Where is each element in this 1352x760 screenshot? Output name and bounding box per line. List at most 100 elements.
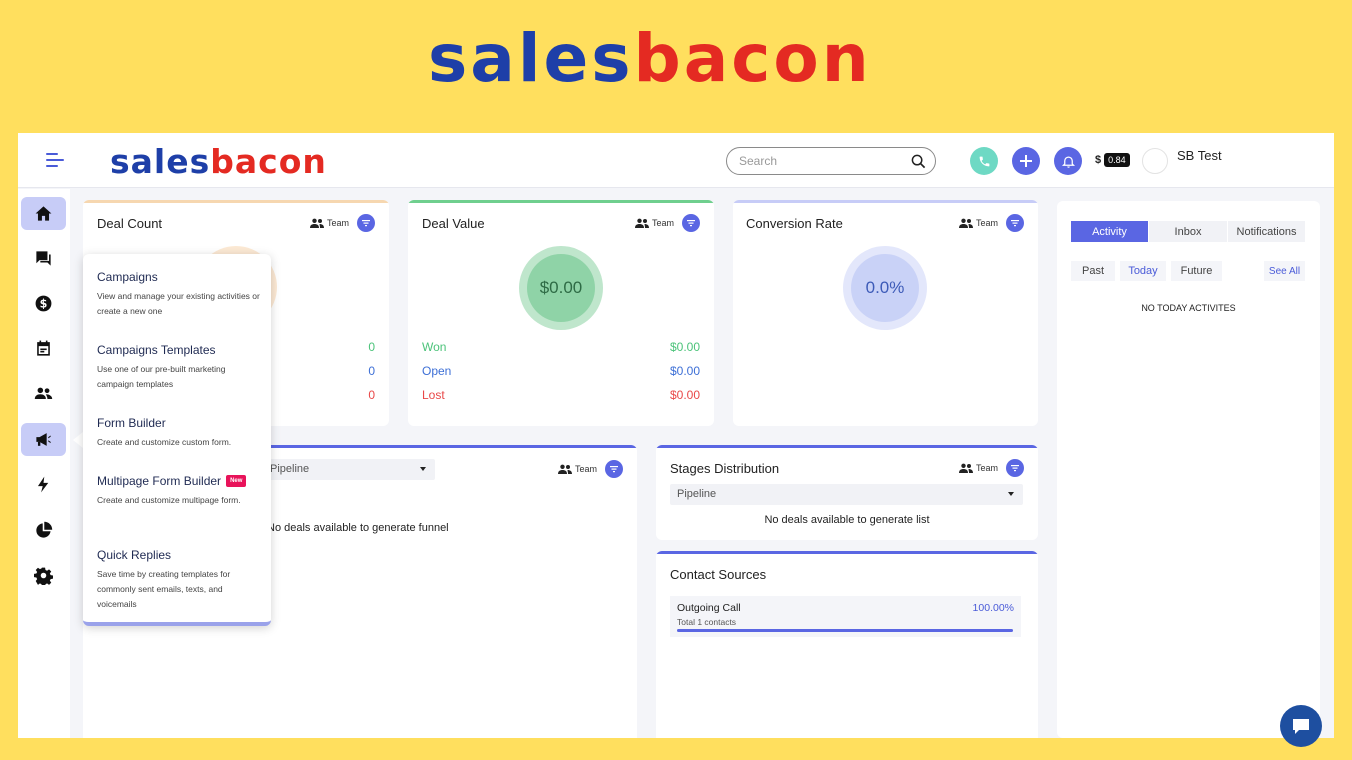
sidebar-item-calendar[interactable]: [21, 332, 66, 365]
see-all-link[interactable]: See All: [1264, 261, 1305, 281]
team-icon: [557, 464, 572, 474]
tab-today[interactable]: Today: [1120, 261, 1166, 281]
filter-button[interactable]: [357, 214, 375, 232]
deal-count-open: 0: [368, 364, 375, 378]
team-icon: [958, 218, 973, 228]
notifications-button[interactable]: [1054, 147, 1082, 175]
sidebar-item-messages[interactable]: [21, 242, 66, 275]
tab-notifications[interactable]: Notifications: [1228, 221, 1305, 242]
balance: $ 0.84: [1095, 153, 1130, 167]
chat-icon: [36, 251, 51, 266]
menu-item-campaigns-templates[interactable]: Campaigns Templates Use one of our pre-b…: [97, 343, 262, 392]
filter-button[interactable]: [682, 214, 700, 232]
calendar-icon: [37, 340, 50, 356]
conversion-rate-value: 0.0%: [851, 254, 919, 322]
filter-icon: [362, 220, 370, 227]
filter-icon: [687, 220, 695, 227]
stages-distribution-title: Stages Distribution: [670, 461, 780, 476]
contact-source-name: Outgoing Call: [677, 602, 741, 614]
dollar-icon: $: [35, 295, 52, 312]
contact-source-sub: Total 1 contacts: [677, 617, 737, 627]
menu-item-quick-replies[interactable]: Quick Replies Save time by creating temp…: [97, 548, 262, 612]
stages-team-filter: Team: [958, 459, 1024, 477]
sidebar-item-campaigns[interactable]: [21, 423, 66, 456]
deal-value-lost-value: $0.00: [669, 388, 700, 402]
contact-sources-title: Contact Sources: [670, 567, 767, 582]
phone-icon: [979, 156, 989, 166]
pie-chart-icon: [36, 521, 53, 538]
no-activity-message: NO TODAY ACTIVITES: [1141, 303, 1236, 313]
deal-value-won-value: $0.00: [669, 340, 700, 354]
filter-icon: [610, 466, 618, 473]
contact-source-progress-track: [677, 629, 1013, 632]
add-button[interactable]: [1012, 147, 1040, 175]
menu-pointer: [73, 432, 83, 448]
funnel-team-filter: Team: [557, 460, 623, 478]
banner-logo-text: salesbacon: [428, 19, 872, 97]
deal-value-circle: $0.00: [519, 246, 603, 330]
sidebar-item-home[interactable]: [21, 197, 66, 230]
top-bar: salesbacon $ 0.84 SB Test: [18, 133, 1334, 188]
filter-button[interactable]: [1006, 214, 1024, 232]
stages-pipeline-select[interactable]: Pipeline: [670, 484, 1023, 505]
menu-item-form-builder[interactable]: Form Builder Create and customize custom…: [97, 416, 262, 450]
sidebar-item-settings[interactable]: [21, 559, 66, 592]
search-input[interactable]: [739, 153, 899, 169]
megaphone-icon: [36, 433, 51, 446]
campaigns-menu: Campaigns View and manage your existing …: [83, 254, 271, 626]
avatar[interactable]: [1142, 148, 1168, 174]
deal-value-team-filter: Team: [634, 214, 700, 232]
deal-value-open-label: Open: [422, 364, 452, 378]
deal-value-won-label: Won: [422, 340, 447, 354]
menu-item-campaigns[interactable]: Campaigns View and manage your existing …: [97, 270, 262, 319]
menu-item-multipage-form-builder[interactable]: Multipage Form Builder New Create and cus…: [97, 474, 262, 508]
stages-distribution-card: Stages Distribution Team Pipeline No dea…: [656, 445, 1038, 540]
deal-count-title: Deal Count: [97, 216, 163, 231]
search-icon[interactable]: [911, 154, 926, 169]
activity-panel: Activity Inbox Notifications Past Today …: [1057, 201, 1320, 738]
chevron-down-icon: [420, 467, 426, 471]
tab-inbox[interactable]: Inbox: [1149, 221, 1227, 242]
home-icon: [35, 206, 52, 221]
deal-value-lost-label: Lost: [422, 388, 445, 402]
sidebar-item-contacts[interactable]: [21, 377, 66, 410]
deal-value-card: Deal Value Team $0.00 Won $0.00 Open $0.…: [408, 200, 714, 426]
filter-button[interactable]: [1006, 459, 1024, 477]
tab-activity[interactable]: Activity: [1071, 221, 1148, 242]
funnel-pipeline-select[interactable]: Pipeline: [263, 459, 435, 480]
chat-bubble-icon: [1293, 719, 1309, 734]
bell-icon: [1061, 156, 1075, 168]
bolt-icon: [37, 476, 49, 493]
search-box: [726, 147, 936, 175]
contact-source-progress-fill: [677, 629, 1013, 632]
tab-past[interactable]: Past: [1071, 261, 1115, 281]
plus-icon: [1020, 155, 1032, 167]
banner-logo: salesbacon: [428, 19, 898, 97]
filter-button[interactable]: [605, 460, 623, 478]
contact-source-percent: 100.00%: [972, 602, 1014, 614]
deal-count-lost: 0: [368, 388, 375, 402]
filter-icon: [1011, 465, 1019, 472]
live-chat-button[interactable]: [1280, 705, 1322, 747]
user-name[interactable]: SB Test: [1177, 148, 1222, 163]
chevron-down-icon: [1008, 492, 1014, 496]
phone-button[interactable]: [970, 147, 998, 175]
svg-text:$: $: [40, 297, 48, 310]
contacts-icon: [34, 387, 53, 400]
stages-empty-message: No deals available to generate list: [764, 514, 930, 526]
conversion-rate-circle: 0.0%: [843, 246, 927, 330]
contact-source-item[interactable]: Outgoing Call 100.00% Total 1 contacts: [670, 596, 1021, 637]
hamburger-menu-icon[interactable]: [46, 153, 66, 167]
tab-future[interactable]: Future: [1171, 261, 1222, 281]
team-icon: [634, 218, 649, 228]
sidebar-item-deals[interactable]: $: [21, 287, 66, 320]
app-logo[interactable]: salesbacon: [110, 141, 327, 181]
conversion-rate-card: Conversion Rate Team 0.0%: [733, 200, 1038, 426]
deal-count-won: 0: [368, 340, 375, 354]
sidebar: $: [18, 189, 70, 738]
filter-icon: [1011, 220, 1019, 227]
sidebar-item-automation[interactable]: [21, 468, 66, 501]
conversion-rate-team-filter: Team: [958, 214, 1024, 232]
sidebar-item-reports[interactable]: [21, 514, 66, 547]
deal-value-open-value: $0.00: [669, 364, 700, 378]
